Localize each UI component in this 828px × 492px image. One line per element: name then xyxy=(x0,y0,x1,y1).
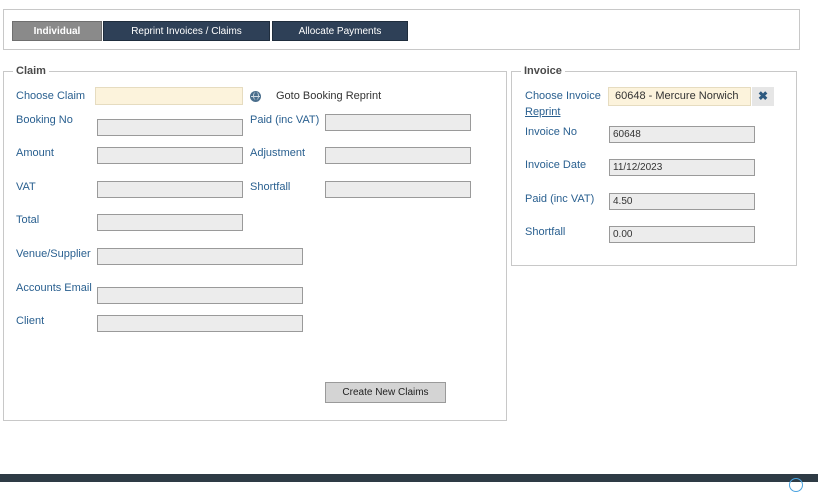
vat-label: VAT xyxy=(16,181,36,193)
adjustment-label: Adjustment xyxy=(250,147,306,159)
choose-claim-label: Choose Claim xyxy=(16,90,86,102)
choose-invoice-select[interactable]: 60648 - Mercure Norwich xyxy=(608,87,751,106)
create-new-claims-button[interactable]: Create New Claims xyxy=(325,382,446,403)
choose-invoice-label: Choose Invoice xyxy=(525,90,601,102)
adjustment-field[interactable] xyxy=(325,147,471,164)
claim-paid-label: Paid (inc VAT) xyxy=(250,114,320,126)
invoice-date-field[interactable]: 11/12/2023 xyxy=(609,159,755,176)
accounts-email-label: Accounts Email xyxy=(16,282,92,294)
invoice-paid-field[interactable]: 4.50 xyxy=(609,193,755,210)
invoice-legend: Invoice xyxy=(524,65,562,77)
amount-label: Amount xyxy=(16,147,54,159)
chat-icon[interactable] xyxy=(789,478,803,492)
tab-allocate-payments[interactable]: Allocate Payments xyxy=(272,21,408,41)
goto-booking-reprint-link[interactable]: Goto Booking Reprint xyxy=(276,90,381,102)
invoice-paid-label: Paid (inc VAT) xyxy=(525,193,595,205)
claim-legend: Claim xyxy=(16,65,46,77)
venue-supplier-field[interactable] xyxy=(97,248,303,265)
footer-bar xyxy=(0,474,818,482)
invoice-no-label: Invoice No xyxy=(525,126,577,138)
globe-icon[interactable] xyxy=(250,91,261,102)
invoice-no-field[interactable]: 60648 xyxy=(609,126,755,143)
booking-no-label: Booking No xyxy=(16,114,73,126)
vat-field[interactable] xyxy=(97,181,243,198)
tab-bar: Individual Reprint Invoices / Claims All… xyxy=(3,9,800,50)
invoice-shortfall-label: Shortfall xyxy=(525,226,566,238)
client-field[interactable] xyxy=(97,315,303,332)
reprint-link[interactable]: Reprint xyxy=(525,106,560,118)
total-label: Total xyxy=(16,214,40,226)
total-field[interactable] xyxy=(97,214,243,231)
clear-icon[interactable]: ✖ xyxy=(752,87,774,106)
accounts-email-field[interactable] xyxy=(97,287,303,304)
claim-paid-field[interactable] xyxy=(325,114,471,131)
invoice-date-label: Invoice Date xyxy=(525,159,587,171)
client-label: Client xyxy=(16,315,45,327)
tab-reprint-invoices-claims[interactable]: Reprint Invoices / Claims xyxy=(103,21,270,41)
tab-individual[interactable]: Individual xyxy=(12,21,102,41)
choose-claim-input[interactable] xyxy=(95,87,243,105)
invoice-shortfall-field[interactable]: 0.00 xyxy=(609,226,755,243)
claim-shortfall-field[interactable] xyxy=(325,181,471,198)
venue-supplier-label: Venue/Supplier xyxy=(16,248,91,260)
booking-no-field[interactable] xyxy=(97,119,243,136)
claim-shortfall-label: Shortfall xyxy=(250,181,291,193)
amount-field[interactable] xyxy=(97,147,243,164)
